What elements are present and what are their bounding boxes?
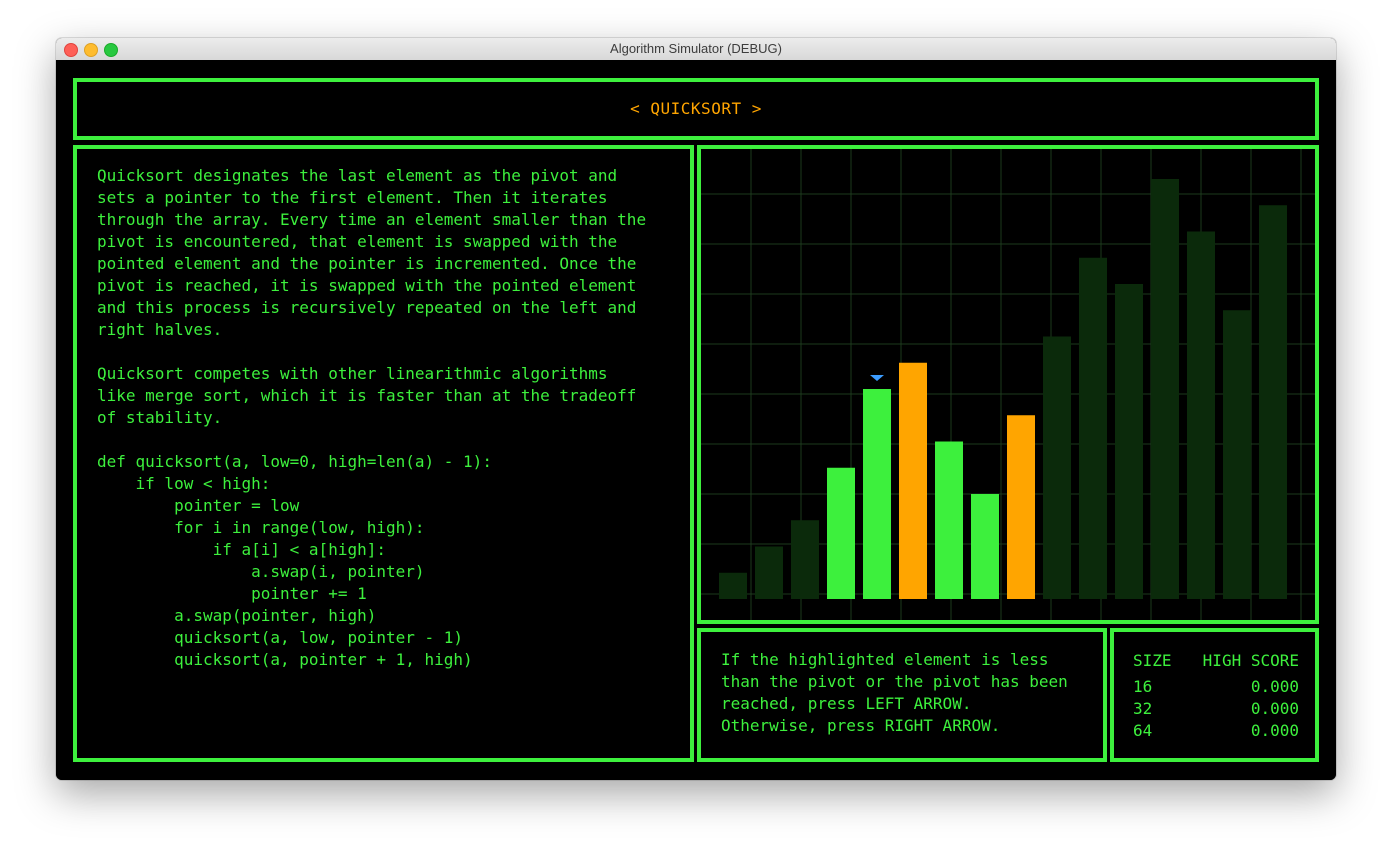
array-bar-active [971, 494, 999, 599]
high-score-column-header: HIGH SCORE [1202, 651, 1299, 670]
app-content: < QUICKSORT > Quicksort designates the l… [56, 60, 1336, 780]
array-bar-pivot [899, 362, 927, 599]
algorithm-header[interactable]: < QUICKSORT > [73, 78, 1319, 140]
array-bar-active [935, 441, 963, 599]
app-window: Algorithm Simulator (DEBUG) < QUICKSORT … [56, 38, 1336, 780]
array-bar-inactive [719, 572, 747, 599]
score-row: 32 0.000 [1133, 699, 1299, 721]
score-row: 16 0.000 [1133, 677, 1299, 699]
array-bar-inactive [1079, 257, 1107, 599]
size-column-header: SIZE [1133, 651, 1172, 670]
score-row-size: 16 [1133, 677, 1153, 696]
array-bar-inactive [755, 546, 783, 599]
score-table-header: SIZE HIGH SCORE [1133, 651, 1299, 670]
instruction-text: If the highlighted element is less than … [721, 650, 1068, 735]
score-row-value: 0.000 [1250, 699, 1299, 718]
array-bar-active [863, 389, 891, 599]
array-bar-inactive [1043, 336, 1071, 599]
score-row-size: 64 [1133, 721, 1153, 740]
title-bar: Algorithm Simulator (DEBUG) [56, 38, 1336, 61]
description-panel: Quicksort designates the last element as… [73, 145, 694, 762]
instruction-panel: If the highlighted element is less than … [697, 628, 1107, 762]
window-title: Algorithm Simulator (DEBUG) [610, 41, 782, 56]
score-row-value: 0.000 [1250, 677, 1299, 696]
array-bar-active [827, 467, 855, 599]
array-bar-inactive [1259, 205, 1287, 599]
score-row: 64 0.000 [1133, 721, 1299, 743]
score-row-value: 0.000 [1250, 721, 1299, 740]
score-row-size: 32 [1133, 699, 1153, 718]
array-bar-inactive [1151, 179, 1179, 599]
array-bar-inactive [1223, 310, 1251, 599]
array-chart-panel [697, 145, 1319, 624]
pointer-marker-icon [870, 375, 884, 381]
algorithm-title: < QUICKSORT > [630, 99, 762, 118]
array-bar-inactive [1187, 231, 1215, 599]
array-bar-pivot [1007, 415, 1035, 599]
array-bar-inactive [1115, 284, 1143, 599]
array-bar-chart [701, 149, 1315, 620]
array-bar-inactive [791, 520, 819, 599]
high-score-panel: SIZE HIGH SCORE 16 0.000 32 0.000 64 0.0… [1110, 628, 1319, 762]
description-text: Quicksort designates the last element as… [97, 166, 647, 669]
